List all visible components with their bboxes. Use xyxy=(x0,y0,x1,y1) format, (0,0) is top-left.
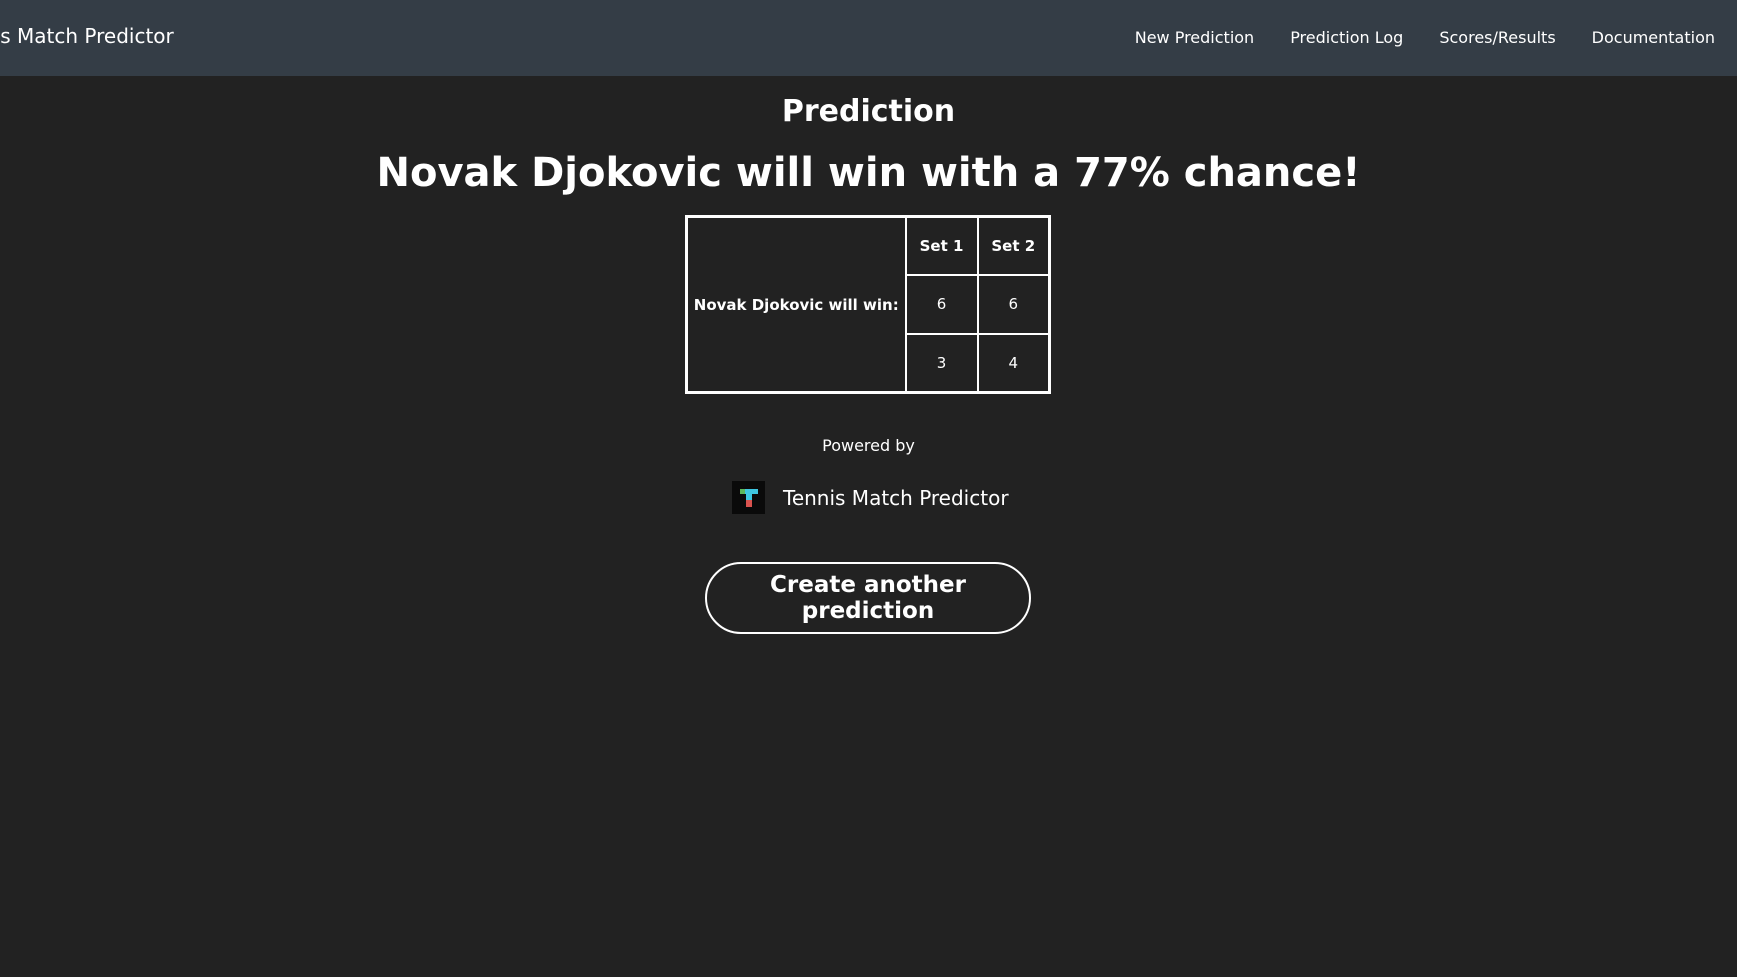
player-label-cell: Novak Djokovic will win: xyxy=(685,215,907,394)
nav-documentation[interactable]: Documentation xyxy=(1592,28,1715,47)
nav-scores-results[interactable]: Scores/Results xyxy=(1439,28,1555,47)
create-another-prediction-button[interactable]: Create another prediction xyxy=(705,562,1031,634)
header-set-1: Set 1 xyxy=(904,215,979,276)
brand-link[interactable]: nis Match Predictor xyxy=(0,24,174,48)
top-navbar: nis Match Predictor New Prediction Predi… xyxy=(0,0,1737,76)
score-cell: 6 xyxy=(904,273,979,335)
powered-by-brand: Tennis Match Predictor xyxy=(732,481,1009,514)
nav-new-prediction[interactable]: New Prediction xyxy=(1135,28,1254,47)
score-table: Novak Djokovic will win: Set 1 Set 2 6 6… xyxy=(685,215,1051,394)
score-cell: 6 xyxy=(976,273,1051,335)
nav-links: New Prediction Prediction Log Scores/Res… xyxy=(1135,28,1715,47)
nav-prediction-log[interactable]: Prediction Log xyxy=(1290,28,1403,47)
page-title: Prediction xyxy=(781,94,956,129)
app-logo-icon xyxy=(732,481,765,514)
prediction-headline: Novak Djokovic will win with a 77% chanc… xyxy=(376,150,1361,196)
powered-by-text: Powered by xyxy=(822,436,915,455)
table-header-row: Novak Djokovic will win: Set 1 Set 2 xyxy=(685,215,1051,394)
score-cell: 3 xyxy=(904,332,979,394)
score-cell: 4 xyxy=(976,332,1051,394)
footer-app-name: Tennis Match Predictor xyxy=(783,485,1009,510)
header-set-2: Set 2 xyxy=(976,215,1051,276)
